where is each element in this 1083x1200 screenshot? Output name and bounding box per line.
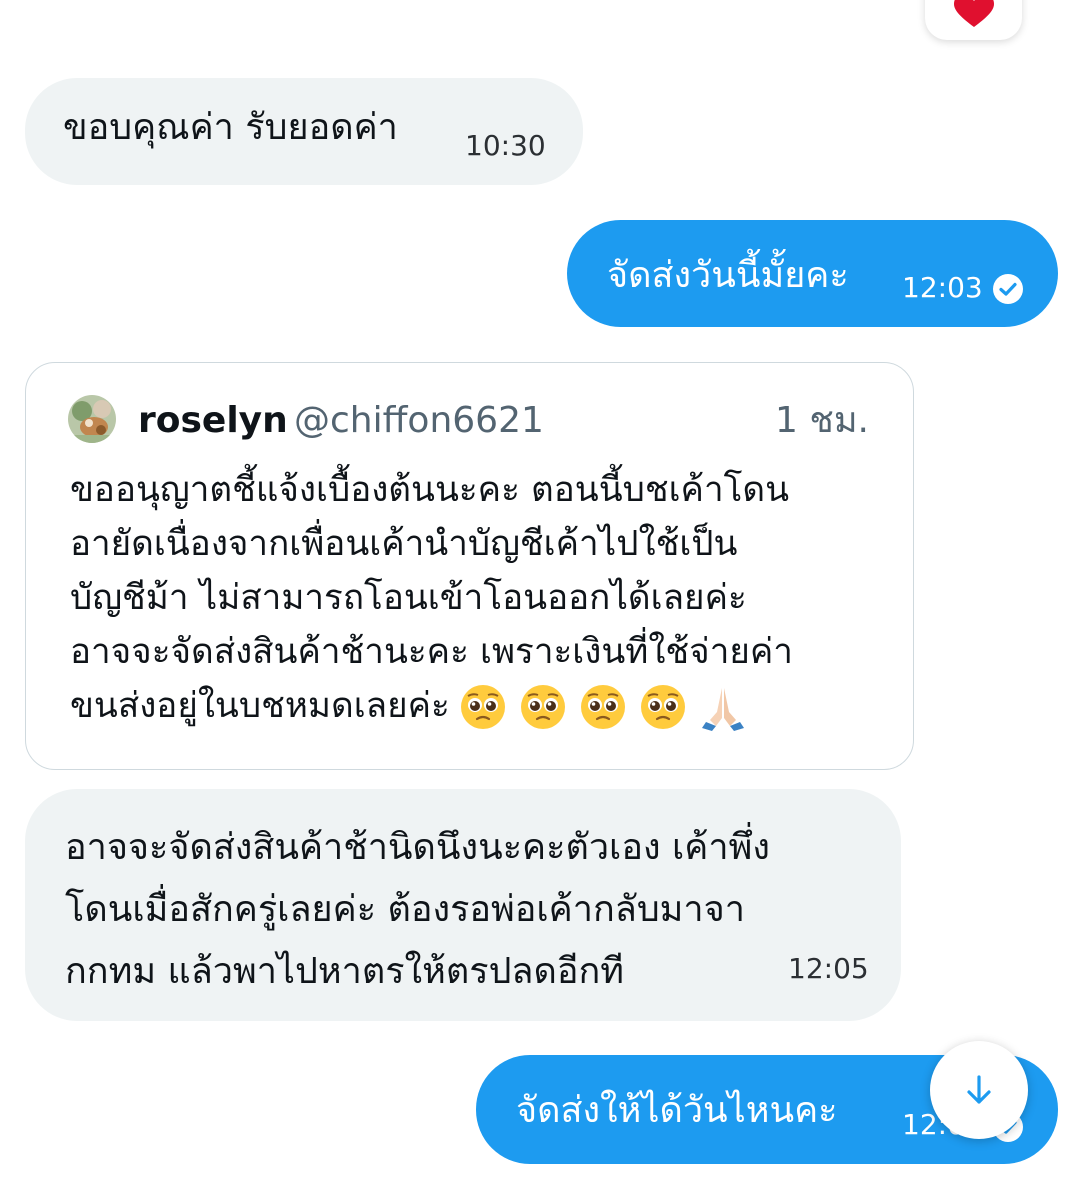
arrow-down-icon [967, 1075, 991, 1104]
quoted-tweet-card[interactable]: roselyn @chiffon6621 1 ชม. ขออนุญาตชี้แจ… [25, 362, 914, 770]
tweet-time-ago: 1 ชม. [775, 400, 869, 441]
tweet-body-line: บัญชีม้า ไม่สามารถโอนเข้าโอนออกได้เลยค่ะ [70, 578, 747, 618]
message-text: จัดส่งให้ได้วันไหนคะ [516, 1090, 838, 1131]
pleading-face-icon [520, 685, 565, 729]
message-text: จัดส่งวันนี้มั้ยคะ [607, 255, 849, 296]
message-reaction[interactable] [925, 0, 1022, 40]
tweet-body-line-last: ขนส่งอยู่ในบชหมดเลยค่ะ [70, 679, 870, 733]
message-text: อาจจะจัดส่งสินค้าช้านิดนึงนะคะตัวเอง เค้… [65, 817, 865, 1003]
heart-icon [953, 0, 994, 27]
tweet-body-line: ขออนุญาตชี้แจ้งเบื้องต้นนะคะ ตอนนี้บชเค้… [70, 470, 790, 510]
outgoing-message-bubble[interactable]: จัดส่งวันนี้มั้ยคะ 12:03 [567, 220, 1058, 327]
tweet-author-handle[interactable]: @chiffon6621 [294, 401, 544, 441]
tweet-body-line: อายัดเนื่องจากเพื่อนเค้านำบัญชีเค้าไปใช้… [70, 524, 738, 564]
incoming-message-bubble[interactable]: อาจจะจัดส่งสินค้าช้านิดนึงนะคะตัวเอง เค้… [25, 789, 901, 1021]
incoming-message-bubble[interactable]: ขอบคุณค่า รับยอดค่า 10:30 [25, 78, 583, 185]
chat-thread: ขอบคุณค่า รับยอดค่า 10:30 จัดส่งวันนี้มั… [0, 0, 1083, 1200]
message-timestamp: 12:05 [788, 952, 869, 985]
message-timestamp: 10:30 [465, 129, 546, 162]
pleading-face-icon [460, 685, 505, 729]
scroll-to-bottom-button[interactable] [930, 1041, 1028, 1139]
message-text-line: กกทม แล้วพาไปหาตรให้ตรปลดอีกที [65, 951, 625, 992]
message-text-line: อาจจะจัดส่งสินค้าช้านิดนึงนะคะตัวเอง เค้… [65, 827, 770, 868]
folded-hands-icon [701, 688, 744, 731]
tweet-body-line: อาจจะจัดส่งสินค้าช้านะคะ เพราะเงินที่ใช้… [70, 632, 793, 672]
avatar[interactable] [68, 395, 116, 443]
read-check-icon [993, 274, 1023, 304]
pleading-face-icon [640, 685, 685, 729]
message-text: ขอบคุณค่า รับยอดค่า [63, 107, 398, 148]
message-timestamp: 12:03 [902, 271, 983, 304]
tweet-author-name[interactable]: roselyn [138, 401, 288, 441]
tweet-body: ขออนุญาตชี้แจ้งเบื้องต้นนะคะ ตอนนี้บชเค้… [70, 463, 870, 733]
pleading-face-icon [580, 685, 625, 729]
tweet-body-text: ขนส่งอยู่ในบชหมดเลยค่ะ [70, 686, 450, 726]
emoji-row [458, 682, 748, 732]
message-text-line: โดนเมื่อสักครู่เลยค่ะ ต้องรอพ่อเค้ากลับม… [65, 889, 745, 930]
